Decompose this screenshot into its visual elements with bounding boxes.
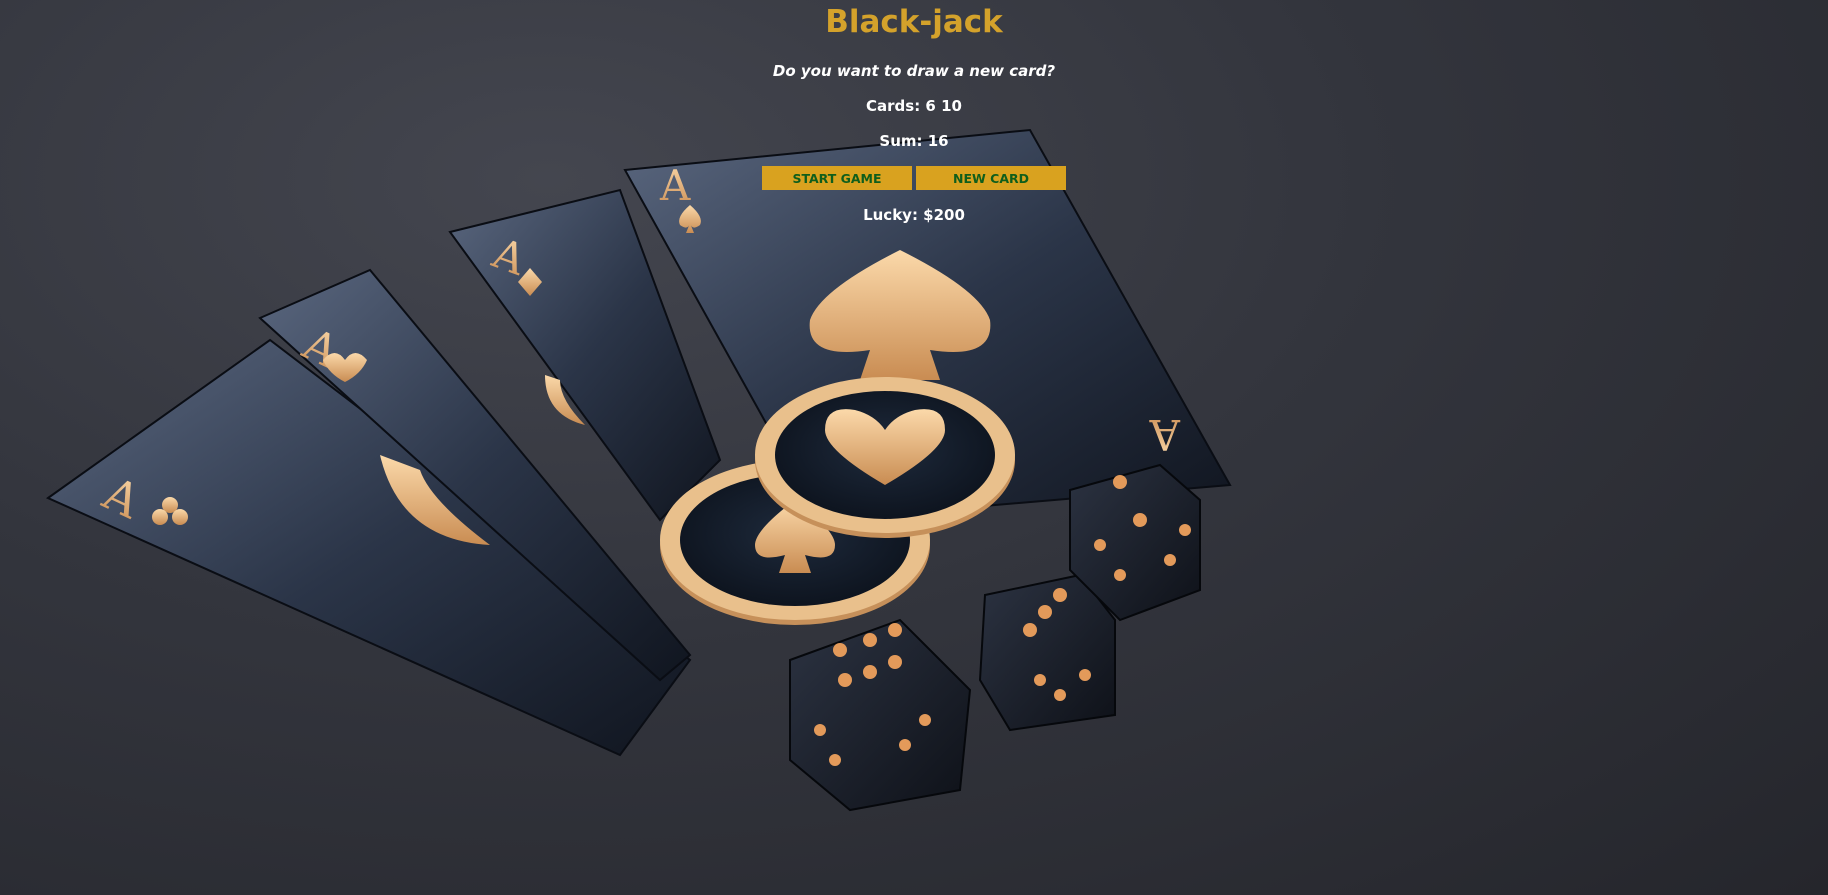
new-card-button[interactable]: NEW CARD — [916, 166, 1066, 190]
game-prompt: Do you want to draw a new card? — [772, 62, 1056, 80]
start-game-button[interactable]: START GAME — [762, 166, 912, 190]
button-row: START GAME NEW CARD — [0, 166, 1828, 190]
cards-display: Cards: 6 10 — [866, 97, 962, 115]
sum-display: Sum: 16 — [879, 132, 949, 150]
player-display: Lucky: $200 — [863, 206, 965, 224]
game-title: Black-jack — [825, 4, 1003, 40]
poker-chip-heart — [755, 377, 1015, 538]
die-six — [789, 618, 972, 812]
game-panel: Black-jack Do you want to draw a new car… — [0, 0, 1828, 225]
svg-text:A: A — [1149, 410, 1181, 459]
die-three — [978, 573, 1116, 732]
